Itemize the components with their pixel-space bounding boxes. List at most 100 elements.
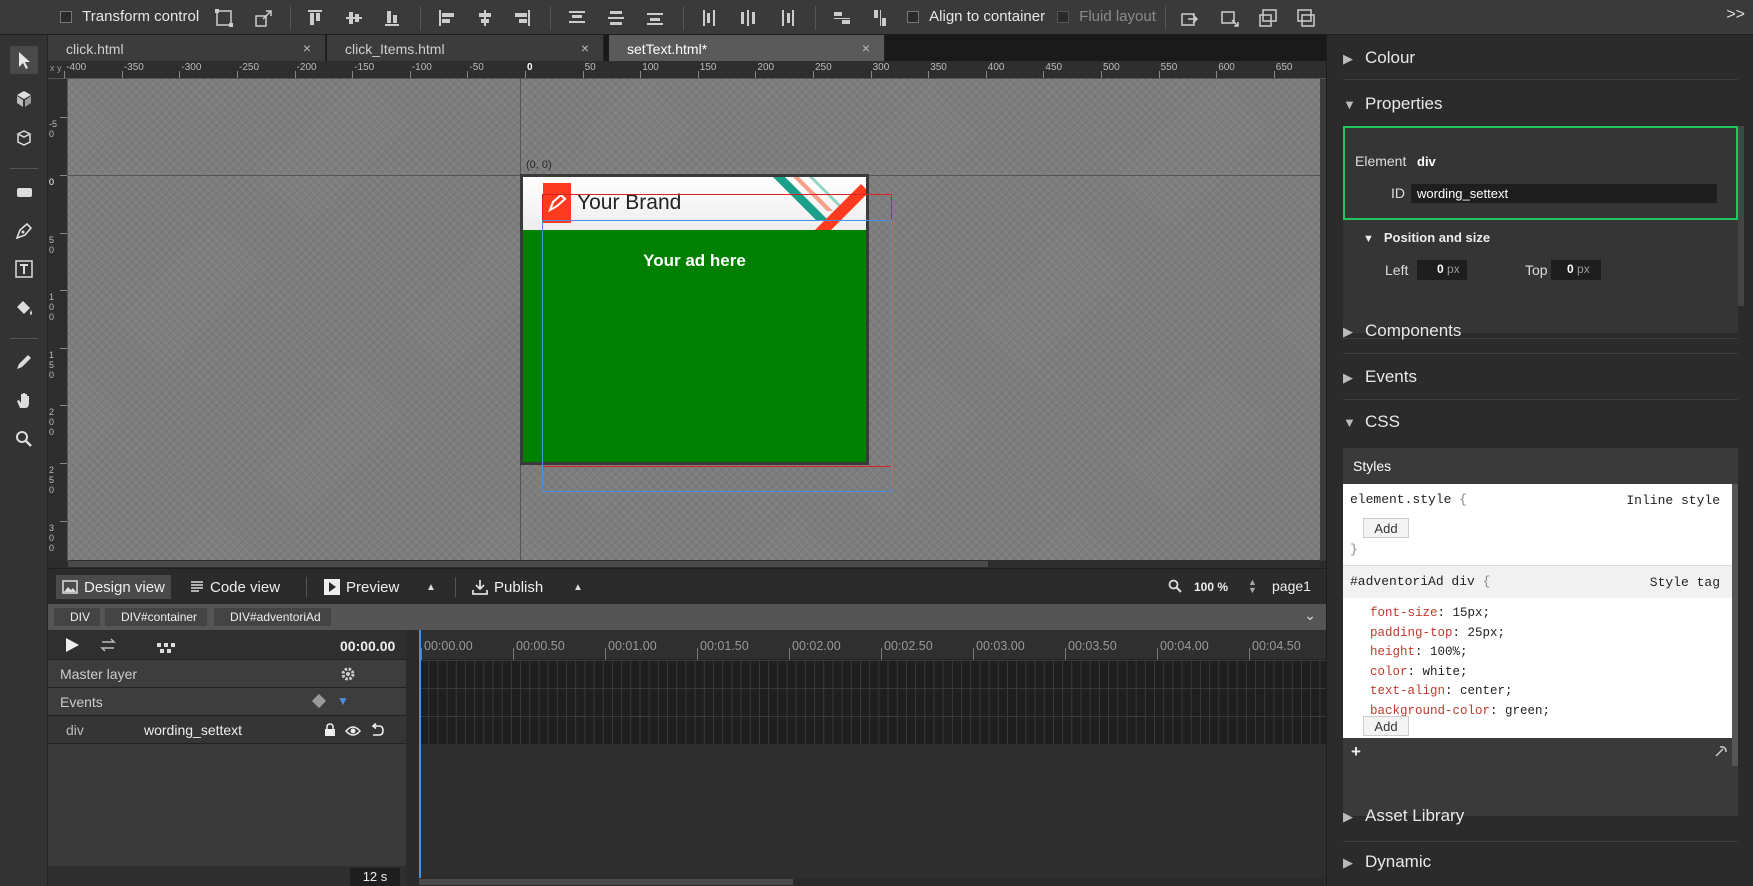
left-input[interactable]: 0 px [1417,260,1467,280]
send-back-icon[interactable] [1296,8,1316,28]
section-asset-library[interactable]: ▶ Asset Library [1343,806,1464,826]
play-icon[interactable] [64,637,80,656]
align-center-icon[interactable] [475,8,495,28]
timeline-track[interactable]: 00:00.00 00:00.50 00:01.00 00:01.50 00:02.00… [419,630,1326,886]
css-declaration[interactable]: padding-top: 25px; [1370,624,1550,644]
distribute-center-icon[interactable] [738,8,758,28]
distribute-left-icon[interactable] [700,8,720,28]
section-events[interactable]: ▶ Events [1343,367,1417,387]
section-components[interactable]: ▶ Components [1343,321,1461,341]
align-right-icon[interactable] [512,8,532,28]
free-transform-icon[interactable] [214,8,234,28]
keyframe-grid[interactable] [419,660,1326,744]
events-dropdown-icon[interactable]: ▼ [337,694,349,708]
scale-icon[interactable] [254,8,274,28]
zoom-level[interactable]: 100 % [1194,580,1228,594]
tab-click-html[interactable]: click.html × [48,35,326,61]
scroll-thumb[interactable] [68,561,988,567]
section-dynamic[interactable]: ▶ Dynamic [1343,852,1431,872]
close-icon[interactable]: × [581,40,589,56]
publish-dropdown-icon[interactable]: ▲ [573,582,583,593]
align-to-container-toggle[interactable]: Align to container [907,8,1045,25]
distribute-top-icon[interactable] [567,8,587,28]
tab-settext-html[interactable]: setText.html* × [609,35,885,61]
toolbar-overflow-icon[interactable]: >> [1726,6,1745,24]
css-declaration[interactable]: font-size: 15px; [1370,604,1550,624]
design-canvas[interactable]: (0, 0) Your Brand Your ad here [68,79,1320,560]
tab-click-items-html[interactable]: click_Items.html × [327,35,604,61]
element-selection-box[interactable] [542,220,892,492]
text-tool-icon[interactable] [10,255,38,283]
pen-tool-icon[interactable] [10,217,38,245]
events-row[interactable]: Events ▼ [48,688,406,716]
master-layer-row[interactable]: Master layer [48,660,406,688]
section-properties[interactable]: ▼ Properties [1343,94,1442,114]
id-input[interactable]: wording_settext [1411,184,1717,203]
preview-button[interactable]: Preview [318,575,405,599]
code-view-button[interactable]: Code view [184,575,286,599]
hand-tool-icon[interactable] [10,386,38,414]
preview-dropdown-icon[interactable]: ▲ [426,582,436,593]
breadcrumb-item-container[interactable]: DIV#container [105,608,208,626]
align-middle-icon[interactable] [344,8,364,28]
fluid-layout-checkbox[interactable] [1057,11,1069,24]
lock-icon[interactable] [324,723,336,740]
space-horizontal-icon[interactable] [870,8,890,28]
distribute-bottom-icon[interactable] [645,8,665,28]
section-colour[interactable]: ▶ Colour [1343,48,1415,68]
add-style-icon[interactable]: + [1351,742,1361,762]
align-top-icon[interactable] [305,8,325,28]
bring-front-icon[interactable] [1180,8,1200,28]
position-size-header[interactable]: ▼ Position and size [1363,230,1490,245]
bring-forward-icon[interactable] [1220,8,1240,28]
select-tool-icon[interactable] [10,46,38,74]
design-view-button[interactable]: Design view [56,575,171,599]
distribute-right-icon[interactable] [777,8,797,28]
playhead[interactable] [419,630,421,886]
pencil-tool-icon[interactable] [10,348,38,376]
space-vertical-icon[interactable] [832,8,852,28]
visibility-eye-icon[interactable] [345,724,361,740]
rule-body[interactable]: font-size: 15px; padding-top: 25px; height… [1343,598,1732,738]
properties-scrollbar[interactable] [1738,126,1744,306]
close-icon[interactable]: × [862,40,870,56]
zoom-tool-icon[interactable] [10,425,38,453]
transform-control-toggle[interactable]: Transform control [60,8,199,25]
current-time[interactable]: 00:00.00 [340,638,395,654]
align-to-container-checkbox[interactable] [907,11,919,24]
align-left-icon[interactable] [437,8,457,28]
collapse-icon[interactable]: ⌄ [1304,607,1316,624]
fluid-layout-toggle[interactable]: Fluid layout [1057,8,1156,25]
top-input[interactable]: 0 px [1551,260,1601,280]
css-declaration[interactable]: text-align: center; [1370,682,1550,702]
time-scale[interactable]: 00:00.00 00:00.50 00:01.00 00:01.50 00:02.00… [419,630,1326,660]
transform-control-checkbox[interactable] [60,11,72,24]
gear-icon[interactable] [340,666,356,685]
3d-translate-tool-icon[interactable] [10,124,38,152]
close-icon[interactable]: × [303,40,311,56]
keyframes-icon[interactable] [156,640,176,656]
layer-row-wording-settext[interactable]: div wording_settext [48,716,406,744]
page-selector[interactable]: page1 [1272,578,1311,594]
3d-rotate-tool-icon[interactable] [10,85,38,113]
distribute-middle-icon[interactable] [606,8,626,28]
add-keyframe-icon[interactable] [311,693,327,709]
paint-bucket-tool-icon[interactable] [10,294,38,322]
timeline-scrollbar[interactable] [419,878,1326,886]
breadcrumb-item-div[interactable]: DIV [54,608,101,626]
css-declaration[interactable]: color: white; [1370,663,1550,683]
canvas-horizontal-scrollbar[interactable] [68,560,1320,568]
duration-label[interactable]: 12 s [350,868,400,886]
css-scrollbar[interactable] [1732,484,1738,766]
undo-icon[interactable] [370,722,384,740]
align-bottom-icon[interactable] [382,8,402,28]
publish-button[interactable]: Publish [466,575,549,599]
horizontal-ruler[interactable]: x y -400 -350 -300 -250 -200 -150 -100 -50 0 50 10… [48,61,1326,79]
refresh-styles-icon[interactable] [1714,744,1728,761]
add-rule-property-button[interactable]: Add [1363,716,1409,736]
vertical-ruler[interactable]: -50 0 50 100 150 200 250 300 [48,79,68,561]
send-backward-icon[interactable] [1258,8,1278,28]
css-declaration[interactable]: height: 100%; [1370,643,1550,663]
rectangle-tool-icon[interactable] [10,178,38,206]
loop-icon[interactable] [98,638,118,655]
